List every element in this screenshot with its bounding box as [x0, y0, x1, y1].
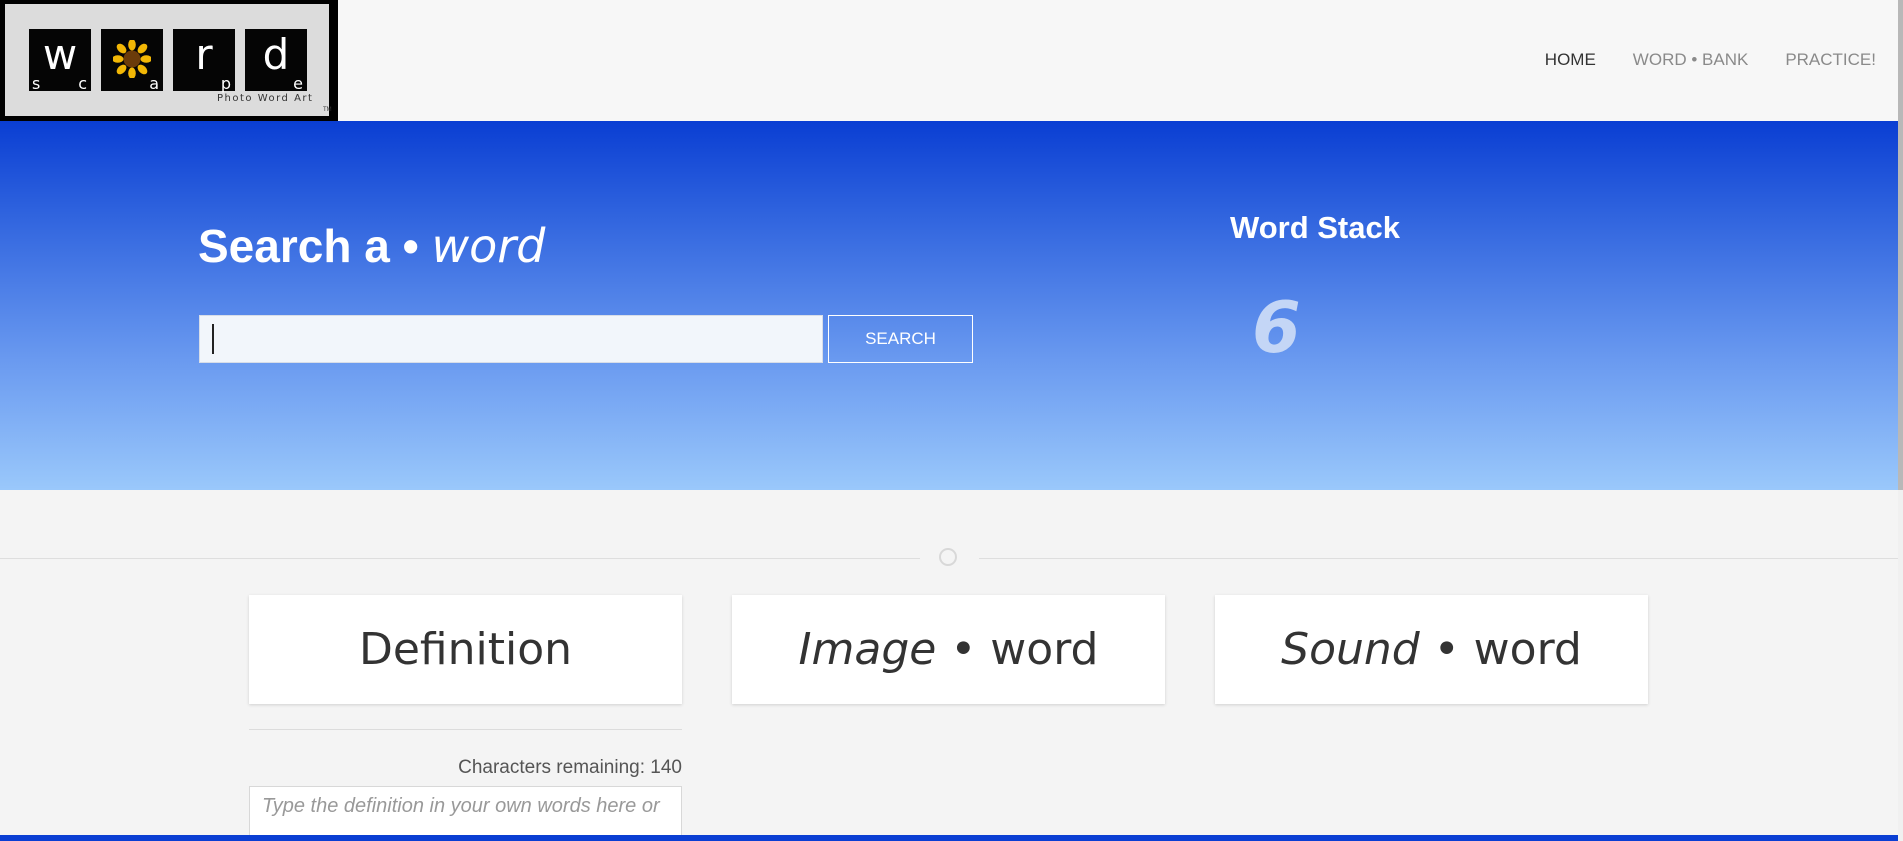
characters-remaining-value: 140: [650, 757, 682, 778]
sunflower-icon: [113, 40, 151, 78]
main-nav: HOME WORD • BANK PRACTICE!: [1545, 50, 1876, 70]
logo-tile-sub-right: e: [293, 74, 303, 93]
section-divider-right: [979, 558, 1898, 559]
search-button[interactable]: SEARCH: [828, 315, 973, 363]
logo-tile-sub-left: s: [32, 74, 41, 93]
bottom-bar: [0, 835, 1903, 841]
page-scrollbar[interactable]: [1898, 0, 1903, 841]
scrawled-logo[interactable]: w s c a r p d e Photo Word Art TM: [0, 0, 338, 121]
search-hero: [0, 121, 1898, 490]
nav-word-bank[interactable]: WORD • BANK: [1633, 50, 1749, 70]
sound-card-rest: • word: [1419, 624, 1582, 675]
search-title: Search a • word: [198, 218, 545, 274]
characters-remaining: Characters remaining: 140: [249, 757, 682, 779]
divider-circle-icon: [939, 548, 957, 566]
section-divider-left: [0, 558, 920, 559]
definition-card[interactable]: Definition: [249, 595, 682, 704]
search-title-bold: Search a •: [198, 220, 432, 272]
top-bar: w s c a r p d e Photo Word Art TM HOME W…: [0, 0, 1898, 121]
sound-card-italic: Sound: [1281, 624, 1420, 675]
search-title-italic: word: [431, 219, 546, 273]
image-word-card[interactable]: Image • word: [732, 595, 1165, 704]
logo-tile-sub-right: p: [220, 74, 231, 93]
scrollbar-thumb[interactable]: [1898, 0, 1903, 490]
logo-tile-letter: r: [195, 30, 213, 79]
image-card-italic: Image: [798, 624, 937, 675]
nav-home[interactable]: HOME: [1545, 50, 1596, 70]
logo-tile-letter: w: [42, 30, 78, 79]
definition-textarea[interactable]: [249, 786, 682, 836]
definition-card-label: Definition: [358, 624, 573, 675]
word-stack-title: Word Stack: [1230, 210, 1400, 245]
logo-tile-2: a: [101, 29, 163, 93]
logo-tile-4: d e: [245, 29, 307, 93]
nav-practice[interactable]: PRACTICE!: [1785, 50, 1876, 70]
characters-remaining-label: Characters remaining:: [458, 757, 646, 778]
logo-tile-3: r p: [173, 29, 235, 93]
logo-tile-letter: d: [262, 30, 290, 79]
search-input[interactable]: [199, 315, 823, 363]
sound-word-card[interactable]: Sound • word: [1215, 595, 1648, 704]
logo-tile-sub-right: a: [149, 74, 159, 93]
image-card-rest: • word: [936, 624, 1099, 675]
trademark-mark: TM: [323, 107, 332, 113]
definition-divider: [249, 729, 682, 730]
text-cursor: [212, 324, 214, 354]
logo-panel: w s c a r p d e Photo Word Art TM: [5, 4, 332, 116]
logo-tile-1: w s c: [29, 29, 91, 93]
logo-tagline: Photo Word Art: [217, 93, 314, 104]
word-stack-count[interactable]: 6: [1252, 288, 1301, 368]
logo-tile-sub-right: c: [78, 74, 87, 93]
